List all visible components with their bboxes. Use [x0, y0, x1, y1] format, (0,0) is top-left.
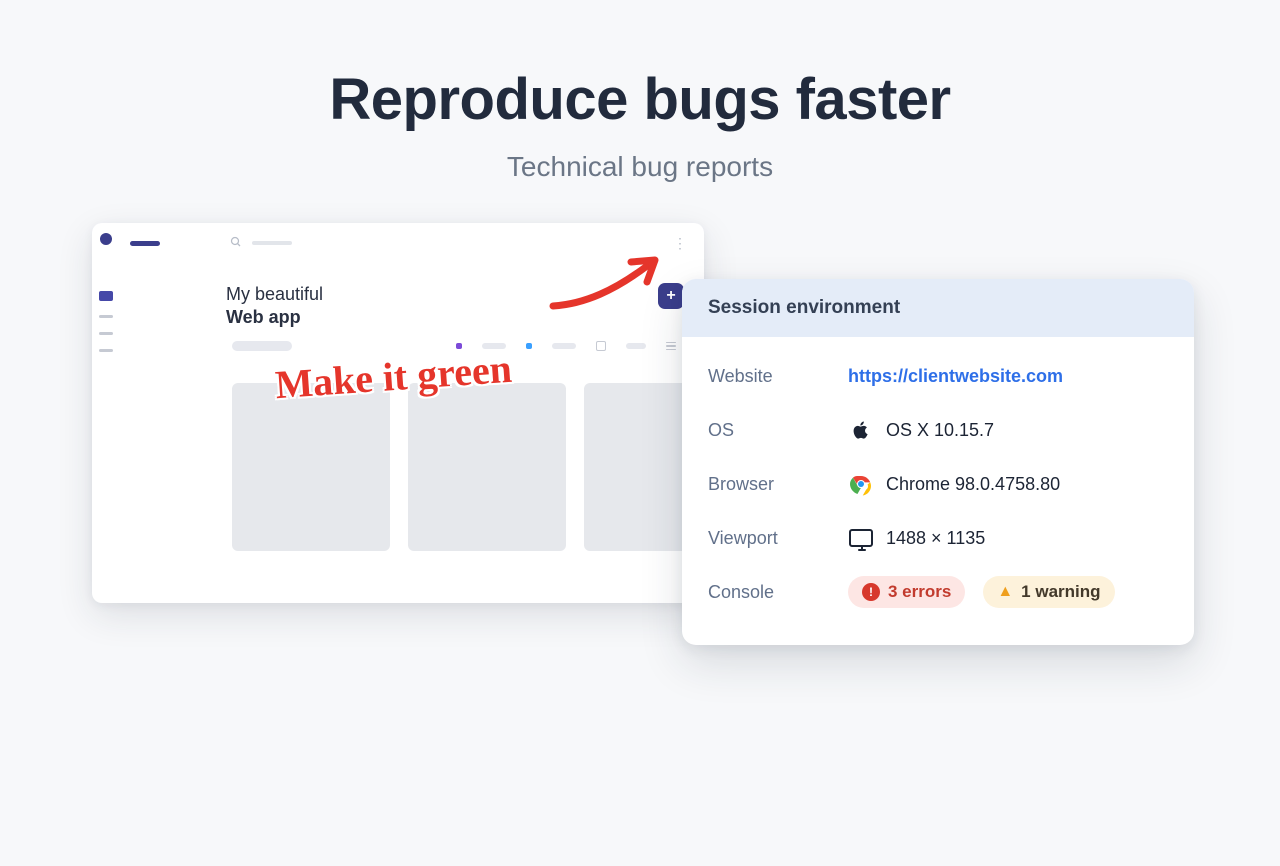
filter-pill[interactable]	[626, 343, 646, 349]
app-sidebar	[92, 223, 120, 603]
hero-headline: Reproduce bugs faster	[0, 66, 1280, 133]
website-link[interactable]: https://clientwebsite.com	[848, 366, 1063, 387]
monitor-icon	[848, 525, 874, 551]
sidebar-item[interactable]	[99, 315, 113, 318]
search-placeholder[interactable]	[252, 241, 292, 245]
os-value: OS X 10.15.7	[886, 420, 994, 441]
content-card[interactable]	[232, 383, 390, 551]
more-icon[interactable]: ⋮	[673, 235, 688, 252]
list-icon[interactable]	[666, 342, 676, 351]
filter-pill[interactable]	[552, 343, 576, 349]
session-row-website: Website https://clientwebsite.com	[708, 349, 1168, 403]
tag-dot-icon[interactable]	[526, 343, 532, 349]
search-icon[interactable]	[230, 236, 242, 251]
warnings-badge[interactable]: ▲ 1 warning	[983, 576, 1114, 608]
sidebar-item-active[interactable]	[99, 291, 113, 301]
viewport-value: 1488 × 1135	[886, 528, 985, 549]
sidebar-item[interactable]	[99, 332, 113, 335]
filter-pill[interactable]	[232, 341, 292, 351]
calendar-icon[interactable]	[596, 341, 606, 351]
apple-icon	[848, 417, 874, 443]
error-icon: !	[862, 583, 880, 601]
session-row-console: Console ! 3 errors ▲ 1 warning	[708, 565, 1168, 619]
chrome-icon	[848, 471, 874, 497]
session-row-viewport: Viewport 1488 × 1135	[708, 511, 1168, 565]
content-card[interactable]	[408, 383, 566, 551]
logo-icon	[100, 233, 112, 245]
errors-badge[interactable]: ! 3 errors	[848, 576, 965, 608]
browser-value: Chrome 98.0.4758.80	[886, 474, 1060, 495]
session-row-browser: Browser Chrome 98.0.4758.80	[708, 457, 1168, 511]
sidebar-item[interactable]	[99, 349, 113, 352]
brand-bar	[130, 241, 160, 246]
hero-subhead: Technical bug reports	[0, 151, 1280, 183]
session-row-os: OS OS X 10.15.7	[708, 403, 1168, 457]
warning-icon: ▲	[997, 583, 1013, 601]
annotation-arrow-icon	[545, 248, 675, 318]
session-card: Session environment Website https://clie…	[682, 279, 1194, 645]
session-header: Session environment	[682, 279, 1194, 337]
